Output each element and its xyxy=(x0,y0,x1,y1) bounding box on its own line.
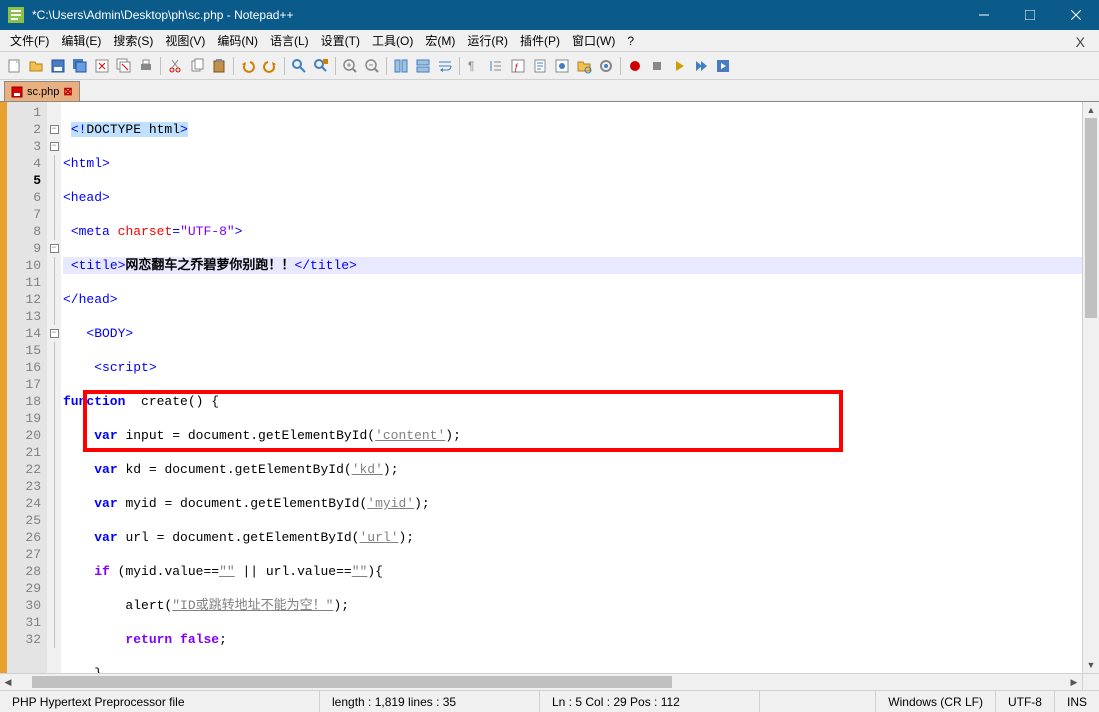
tabbar: sc.php ⊠ xyxy=(0,80,1099,102)
sync-v-icon[interactable] xyxy=(391,56,411,76)
close-all-icon[interactable] xyxy=(114,56,134,76)
change-margin xyxy=(0,102,7,673)
tab-label: sc.php xyxy=(27,86,59,98)
copy-icon[interactable] xyxy=(187,56,207,76)
code-area[interactable]: <!DOCTYPE html> <html> <head> <meta char… xyxy=(61,102,1082,673)
save-all-icon[interactable] xyxy=(70,56,90,76)
menu-search[interactable]: 搜索(S) xyxy=(107,30,159,51)
titlebar: *C:\Users\Admin\Desktop\ph\sc.php - Note… xyxy=(0,0,1099,30)
status-position: Ln : 5 Col : 29 Pos : 112 xyxy=(540,691,760,712)
menu-language[interactable]: 语言(L) xyxy=(264,30,315,51)
zoom-out-icon[interactable] xyxy=(362,56,382,76)
stop-icon[interactable] xyxy=(647,56,667,76)
monitor-icon[interactable] xyxy=(596,56,616,76)
open-file-icon[interactable] xyxy=(26,56,46,76)
menu-settings[interactable]: 设置(T) xyxy=(315,30,366,51)
replace-icon[interactable] xyxy=(311,56,331,76)
menu-plugins[interactable]: 插件(P) xyxy=(514,30,566,51)
menu-help[interactable]: ? xyxy=(621,32,640,50)
unsaved-icon xyxy=(11,86,23,98)
play-multi-icon[interactable] xyxy=(691,56,711,76)
maximize-button[interactable] xyxy=(1007,0,1053,30)
func-list-icon[interactable] xyxy=(552,56,572,76)
line-numbers: 1234 5678 9101112 13141516 17181920 2122… xyxy=(7,102,47,673)
tab-close-icon[interactable]: ⊠ xyxy=(63,85,72,98)
sync-h-icon[interactable] xyxy=(413,56,433,76)
zoom-in-icon[interactable] xyxy=(340,56,360,76)
editor[interactable]: 1234 5678 9101112 13141516 17181920 2122… xyxy=(0,102,1099,673)
redo-icon[interactable] xyxy=(260,56,280,76)
menu-encoding[interactable]: 编码(N) xyxy=(211,30,264,51)
menu-file[interactable]: 文件(F) xyxy=(4,30,55,51)
menu-run[interactable]: 运行(R) xyxy=(461,30,514,51)
minimize-button[interactable] xyxy=(961,0,1007,30)
app-icon xyxy=(8,7,24,23)
window-title: *C:\Users\Admin\Desktop\ph\sc.php - Note… xyxy=(32,8,961,22)
svg-text:¶: ¶ xyxy=(468,59,474,73)
play-icon[interactable] xyxy=(669,56,689,76)
status-length: length : 1,819 lines : 35 xyxy=(320,691,540,712)
menubar-close-icon[interactable]: X xyxy=(1070,32,1091,52)
file-tab[interactable]: sc.php ⊠ xyxy=(4,81,80,101)
menu-edit[interactable]: 编辑(E) xyxy=(55,30,107,51)
svg-text:ƒ: ƒ xyxy=(514,62,519,72)
save-macro-icon[interactable] xyxy=(713,56,733,76)
record-icon[interactable] xyxy=(625,56,645,76)
menu-macro[interactable]: 宏(M) xyxy=(419,30,461,51)
status-eol: Windows (CR LF) xyxy=(876,691,996,712)
find-icon[interactable] xyxy=(289,56,309,76)
menu-window[interactable]: 窗口(W) xyxy=(566,30,621,51)
close-button[interactable] xyxy=(1053,0,1099,30)
save-icon[interactable] xyxy=(48,56,68,76)
undo-icon[interactable] xyxy=(238,56,258,76)
status-lang: PHP Hypertext Preprocessor file xyxy=(0,691,320,712)
close-file-icon[interactable] xyxy=(92,56,112,76)
menubar: 文件(F) 编辑(E) 搜索(S) 视图(V) 编码(N) 语言(L) 设置(T… xyxy=(0,30,1099,52)
paste-icon[interactable] xyxy=(209,56,229,76)
status-insert: INS xyxy=(1055,691,1099,712)
indent-guide-icon[interactable] xyxy=(486,56,506,76)
doc-map-icon[interactable] xyxy=(530,56,550,76)
folder-tree-icon[interactable] xyxy=(574,56,594,76)
show-all-chars-icon[interactable]: ¶ xyxy=(464,56,484,76)
cut-icon[interactable] xyxy=(165,56,185,76)
status-encoding: UTF-8 xyxy=(996,691,1055,712)
fold-column[interactable]: −− −− xyxy=(47,102,61,673)
new-file-icon[interactable] xyxy=(4,56,24,76)
vertical-scrollbar[interactable]: ▲ ▼ xyxy=(1082,102,1099,673)
print-icon[interactable] xyxy=(136,56,156,76)
menu-view[interactable]: 视图(V) xyxy=(159,30,211,51)
wrap-icon[interactable] xyxy=(435,56,455,76)
lang-icon[interactable]: ƒ xyxy=(508,56,528,76)
statusbar: PHP Hypertext Preprocessor file length :… xyxy=(0,690,1099,712)
toolbar: ¶ ƒ xyxy=(0,52,1099,80)
menu-tools[interactable]: 工具(O) xyxy=(366,30,419,51)
horizontal-scrollbar[interactable]: ◀ ▶ xyxy=(0,673,1099,690)
